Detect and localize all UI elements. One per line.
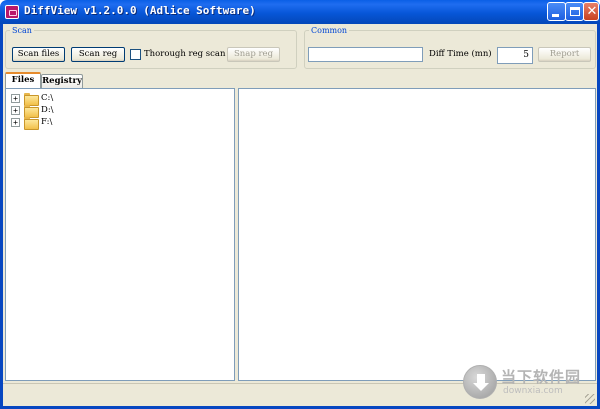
scan-group-legend: Scan xyxy=(12,26,32,35)
tab-files[interactable]: Files xyxy=(5,72,41,88)
title-bar: DiffView v1.2.0.0 (Adlice Software) ✕ xyxy=(0,0,600,24)
download-logo-icon xyxy=(463,365,497,399)
tree-item-label: F:\ xyxy=(41,117,53,127)
files-tree-panel[interactable]: + C:\ + D:\ + F:\ xyxy=(5,88,235,381)
thorough-reg-scan-checkbox[interactable] xyxy=(130,49,141,60)
tab-registry[interactable]: Registry xyxy=(41,74,83,88)
folder-icon xyxy=(24,117,39,130)
details-panel[interactable] xyxy=(238,88,596,381)
window-title: DiffView v1.2.0.0 (Adlice Software) xyxy=(24,4,256,17)
common-text-input[interactable] xyxy=(308,47,423,62)
maximize-button[interactable] xyxy=(565,2,584,21)
expand-icon[interactable]: + xyxy=(11,94,20,103)
tree-item-label: D:\ xyxy=(41,105,54,115)
watermark: 当下软件园 downxia.com xyxy=(463,362,588,402)
scan-group: Scan Scan files Scan reg Thorough reg sc… xyxy=(5,26,297,69)
close-button[interactable]: ✕ xyxy=(583,2,599,21)
scan-reg-button[interactable]: Scan reg xyxy=(71,47,125,62)
main-window: Scan Scan files Scan reg Thorough reg sc… xyxy=(0,24,600,409)
common-group: Common Diff Time (mn) 5 Report xyxy=(304,26,596,69)
watermark-url: downxia.com xyxy=(503,386,563,396)
report-button[interactable]: Report xyxy=(538,47,591,62)
watermark-title: 当下软件园 xyxy=(501,368,582,386)
diff-time-label: Diff Time (mn) xyxy=(429,49,492,59)
scan-files-button[interactable]: Scan files xyxy=(12,47,65,62)
snap-reg-button[interactable]: Snap reg xyxy=(227,47,280,62)
expand-icon[interactable]: + xyxy=(11,106,20,115)
diff-time-input[interactable]: 5 xyxy=(497,47,533,64)
expand-icon[interactable]: + xyxy=(11,118,20,127)
common-group-legend: Common xyxy=(311,26,348,35)
thorough-reg-scan-label: Thorough reg scan xyxy=(144,49,226,59)
tree-item-label: C:\ xyxy=(41,93,54,103)
close-icon: ✕ xyxy=(586,4,598,19)
folder-icon xyxy=(24,105,39,118)
minimize-button[interactable] xyxy=(547,2,566,21)
maximize-icon xyxy=(570,7,580,16)
minimize-icon xyxy=(552,14,559,17)
app-icon[interactable] xyxy=(5,5,19,19)
folder-icon xyxy=(24,93,39,106)
